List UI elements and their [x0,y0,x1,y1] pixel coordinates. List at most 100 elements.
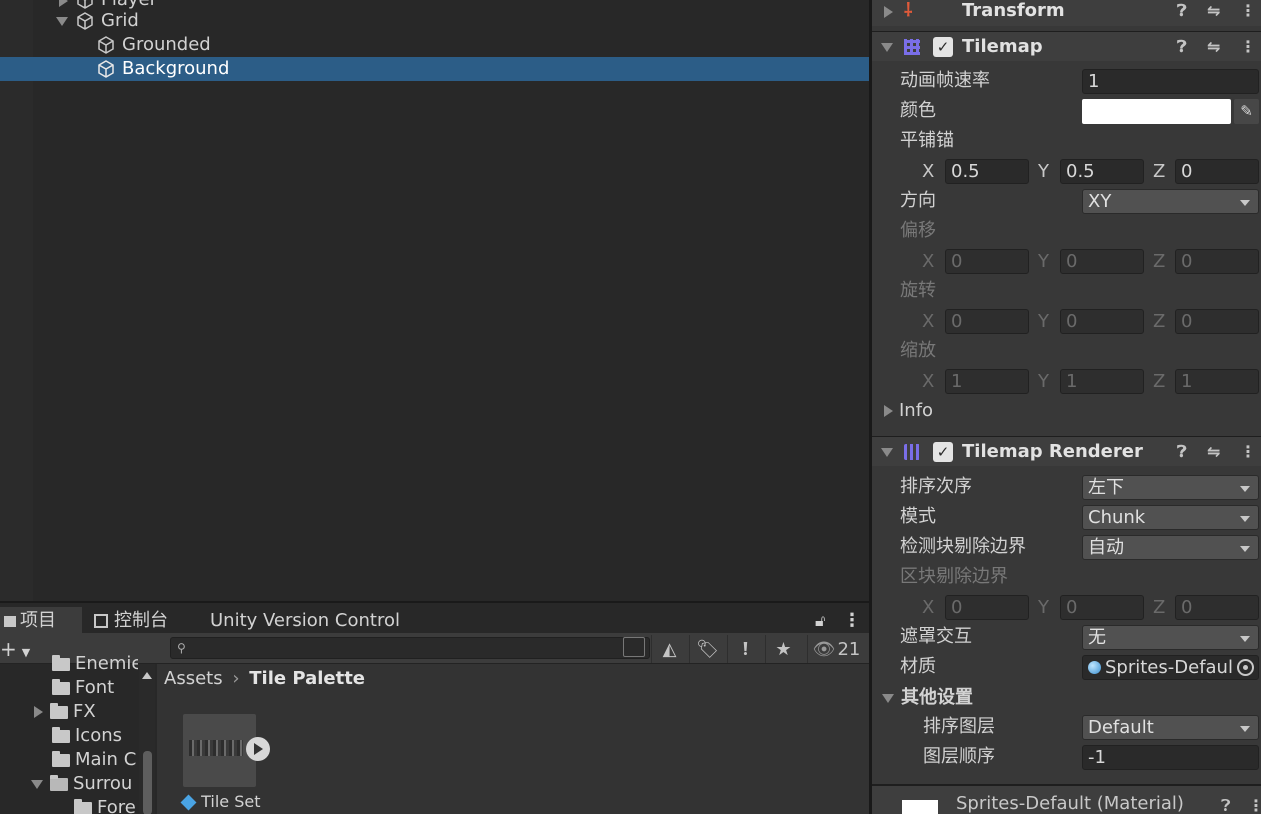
additional-settings-label: 其他设置 [901,687,973,708]
folder-item[interactable]: Fore [74,796,138,814]
more-options-icon[interactable]: ⋮ [1240,0,1256,26]
enabled-checkbox[interactable]: ✓ [933,442,953,462]
folder-icon [50,702,68,719]
collapse-arrow-icon[interactable] [31,779,43,789]
more-options-icon[interactable]: ⋮ [843,607,861,635]
presets-icon[interactable]: ⇋ [1207,437,1220,467]
console-icon [94,614,108,628]
anchor-y-field[interactable]: 0.5 [1060,159,1144,184]
more-options-icon[interactable]: ⋮ [1248,791,1261,814]
material-preview-header[interactable]: Sprites-Default (Material) ❓︎ ⋮ [872,784,1261,814]
filter-by-label-icon[interactable]: 🏷︎ [689,635,725,663]
more-options-icon[interactable]: ⋮ [1240,32,1256,62]
favorite-star-icon[interactable]: ★ [765,635,801,663]
search-by-type-icon[interactable] [623,637,645,657]
help-icon[interactable]: ❓︎ [1221,791,1231,814]
tab-console[interactable]: 控制台 [94,607,168,635]
chunk-bounds-z-field: 0 [1175,595,1259,620]
breadcrumb-current[interactable]: Tile Palette [249,668,365,689]
collapse-arrow-icon[interactable] [56,17,68,26]
eyedropper-icon[interactable]: ✎ [1234,99,1259,124]
folder-item[interactable]: Surrou [31,772,138,796]
play-icon[interactable] [246,737,270,761]
transform-icon: ⸸ [904,0,913,21]
folder-item[interactable]: Icons [52,724,138,748]
create-add-button[interactable]: + ▼ [0,635,30,663]
lock-icon[interactable]: 🔓︎ [815,607,825,635]
anchor-z-field[interactable]: 0 [1175,159,1259,184]
tab-label: 控制台 [114,610,168,631]
scrollbar-thumb[interactable] [143,751,152,814]
help-icon[interactable]: ❓︎ [1177,437,1187,467]
info-foldout[interactable]: Info [884,396,933,426]
anchor-x-field[interactable]: 0.5 [945,159,1029,184]
filter-by-type-icon[interactable]: ◭ [651,635,687,663]
orientation-dropdown[interactable]: XY [1082,189,1259,214]
hierarchy-item-background[interactable]: Background [0,57,869,81]
asset-item-label-row[interactable]: Tile Set [180,792,261,812]
hierarchy-item-grid[interactable]: Grid [0,9,869,33]
folder-item[interactable]: Enemies [52,652,138,676]
collapse-arrow-icon[interactable] [881,448,893,457]
component-header-transform[interactable]: ⸸ Transform ❓︎ ⇋ ⋮ [872,0,1261,26]
orientation-label: 方向 [900,190,936,211]
eye-icon: 👁︎ [812,638,836,660]
component-header-tilemap[interactable]: ✓ Tilemap ❓︎ ⇋ ⋮ [872,31,1261,61]
expand-arrow-icon[interactable] [884,6,893,18]
folder-icon [52,750,70,767]
additional-settings-foldout[interactable]: 其他设置 [882,683,973,713]
offset-x-field: 0 [945,249,1029,274]
object-picker-icon[interactable] [1237,659,1254,676]
detect-chunk-culling-bounds-dropdown[interactable]: 自动 [1082,535,1259,560]
tab-project[interactable]: 项目 [0,607,82,635]
hierarchy-item-grounded[interactable]: Grounded [0,33,869,57]
y-axis-label: Y [1038,371,1049,392]
sort-order-dropdown[interactable]: 左下 [1082,475,1259,500]
presets-icon[interactable]: ⇋ [1207,32,1220,62]
folder-item[interactable]: Main C [52,748,138,772]
x-axis-label: X [922,371,935,392]
expand-arrow-icon[interactable] [59,0,68,7]
order-in-layer-field[interactable]: -1 [1082,745,1259,770]
hierarchy-panel: Player Grid Grounded Background [0,0,869,601]
project-panel: 项目 控制台 Unity Version Control 🔓︎ ⋮ + ▼ ⚲ ◭… [0,601,869,814]
collapse-arrow-icon[interactable] [882,693,894,703]
gameobject-cube-icon [77,12,93,30]
collapse-arrow-icon[interactable] [881,43,893,52]
chunk-culling-bounds-label: 区块剔除边界 [900,566,1008,587]
hidden-packages-toggle[interactable]: 👁︎ 21 [807,635,865,663]
z-axis-label: Z [1153,597,1166,618]
material-field[interactable]: Sprites-Default [1082,655,1259,680]
sorting-layer-dropdown[interactable]: Default [1082,715,1259,740]
folder-icon [4,615,16,627]
material-value: Sprites-Default [1105,657,1233,678]
log-warning-icon[interactable]: ❗︎ [727,635,763,663]
z-axis-label: Z [1153,371,1166,392]
expand-arrow-icon[interactable] [34,706,43,718]
help-icon[interactable]: ❓︎ [1177,0,1187,26]
package-count: 21 [837,638,861,660]
folder-item[interactable]: Font [52,676,138,700]
color-swatch[interactable] [1082,99,1231,124]
tilemap-icon [904,39,920,55]
presets-icon[interactable]: ⇋ [1207,0,1220,26]
breadcrumb-assets[interactable]: Assets [164,668,223,689]
asset-grid: Tile Set [157,696,869,814]
mask-interaction-dropdown[interactable]: 无 [1082,625,1259,650]
component-header-tilemap-renderer[interactable]: ✓ Tilemap Renderer ❓︎ ⇋ ⋮ [872,436,1261,466]
enabled-checkbox[interactable]: ✓ [933,37,953,57]
scroll-up-icon[interactable] [142,672,152,679]
tab-version-control[interactable]: Unity Version Control [210,607,400,635]
mode-dropdown[interactable]: Chunk [1082,505,1259,530]
folder-label: Enemies [75,653,138,674]
search-input[interactable]: ⚲ [170,637,650,659]
expand-arrow-icon[interactable] [884,405,893,417]
animation-frame-rate-field[interactable]: 1 [1082,69,1259,94]
help-icon[interactable]: ❓︎ [1177,32,1187,62]
asset-label: Tile Set [201,792,261,811]
asset-item-tile-set[interactable] [183,714,270,787]
folder-tree: Enemies Font FX Icons Main C Surrou Fore [0,653,155,814]
more-options-icon[interactable]: ⋮ [1240,437,1256,467]
scale-z-field: 1 [1175,369,1259,394]
folder-item[interactable]: FX [34,700,138,724]
